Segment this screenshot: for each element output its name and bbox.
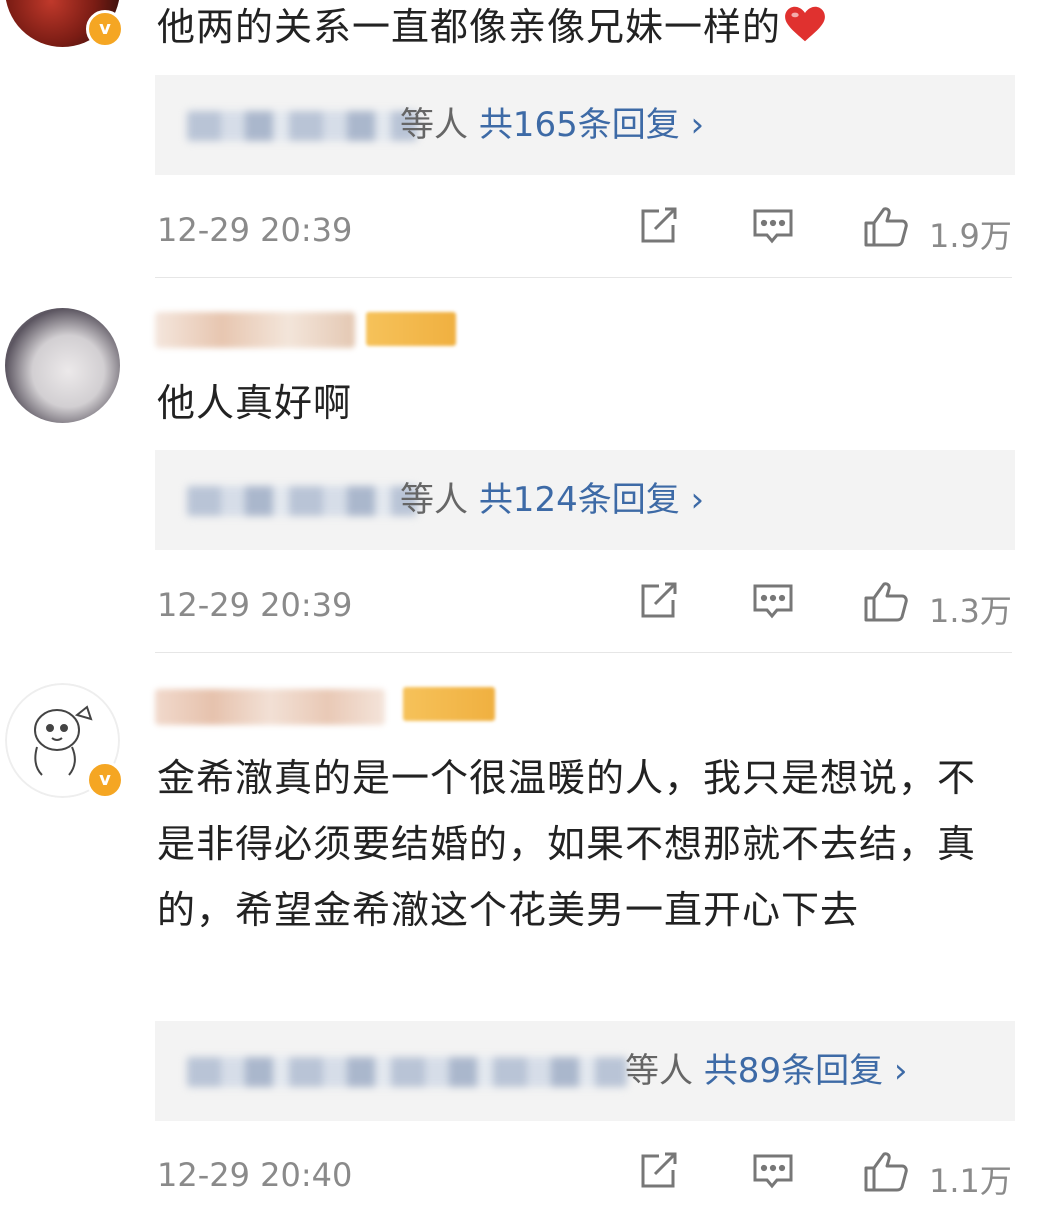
blurred-usernames [187, 111, 417, 141]
like-count: 1.1万 [929, 1162, 1012, 1200]
comment-icon[interactable] [751, 580, 795, 626]
chevron-right-icon: › [893, 1051, 908, 1091]
like-count: 1.9万 [929, 217, 1012, 255]
share-icon[interactable] [637, 1150, 681, 1196]
reply-count-link[interactable]: 共124条回复 [479, 480, 680, 520]
share-icon[interactable] [637, 580, 681, 626]
comment-2: 他人真好啊 等人 共124条回复 › 12-29 20:39 1.3万 [0, 278, 1050, 653]
like-icon[interactable] [862, 205, 910, 253]
like-icon[interactable] [862, 1150, 910, 1198]
comment-text: 金希澈真的是一个很温暖的人，我只是想说，不是非得必须要结婚的，如果不想那就不去结… [157, 756, 977, 932]
blurred-username [155, 312, 355, 348]
verified-badge-icon: v [86, 761, 124, 799]
comment-3: v 金希澈真的是一个很温暖的人，我只是想说，不是非得必须要结婚的，如果不想那就不… [0, 653, 1050, 1205]
reply-suffix: 等人 [625, 1051, 693, 1091]
level-badge [366, 312, 456, 346]
blurred-username [155, 689, 385, 725]
comment-meta: 12-29 20:40 1.1万 [157, 1150, 1017, 1200]
reply-preview[interactable]: 等人 共165条回复 › [155, 75, 1015, 175]
timestamp: 12-29 20:40 [157, 1156, 353, 1194]
heart-icon [783, 0, 827, 63]
blurred-usernames [187, 1057, 627, 1087]
chevron-right-icon: › [690, 105, 705, 145]
verified-badge-icon: v [86, 10, 124, 48]
timestamp: 12-29 20:39 [157, 211, 353, 249]
timestamp: 12-29 20:39 [157, 586, 353, 624]
reply-preview[interactable]: 等人 共124条回复 › [155, 450, 1015, 550]
comment-icon[interactable] [751, 1150, 795, 1196]
reply-count-link[interactable]: 共89条回复 [704, 1051, 883, 1091]
comment-text: 他人真好啊 [157, 381, 353, 425]
comment-1: v 他两的关系一直都像亲像兄妹一样的 等人 共165条回复 › 12-29 20… [0, 0, 1050, 278]
reply-suffix: 等人 [400, 480, 468, 520]
like-count: 1.3万 [929, 592, 1012, 630]
like-icon[interactable] [862, 580, 910, 628]
reply-suffix: 等人 [400, 105, 468, 145]
comment-meta: 12-29 20:39 1.9万 [157, 205, 1017, 255]
chevron-right-icon: › [690, 480, 705, 520]
avatar[interactable] [5, 308, 120, 423]
share-icon[interactable] [637, 205, 681, 251]
comment-icon[interactable] [751, 205, 795, 251]
comment-text: 他两的关系一直都像亲像兄妹一样的 [157, 0, 1010, 63]
reply-count-link[interactable]: 共165条回复 [479, 105, 680, 145]
level-badge [403, 687, 495, 721]
blurred-usernames [187, 486, 417, 516]
comment-meta: 12-29 20:39 1.3万 [157, 580, 1017, 630]
reply-preview[interactable]: 等人 共89条回复 › [155, 1021, 1015, 1121]
